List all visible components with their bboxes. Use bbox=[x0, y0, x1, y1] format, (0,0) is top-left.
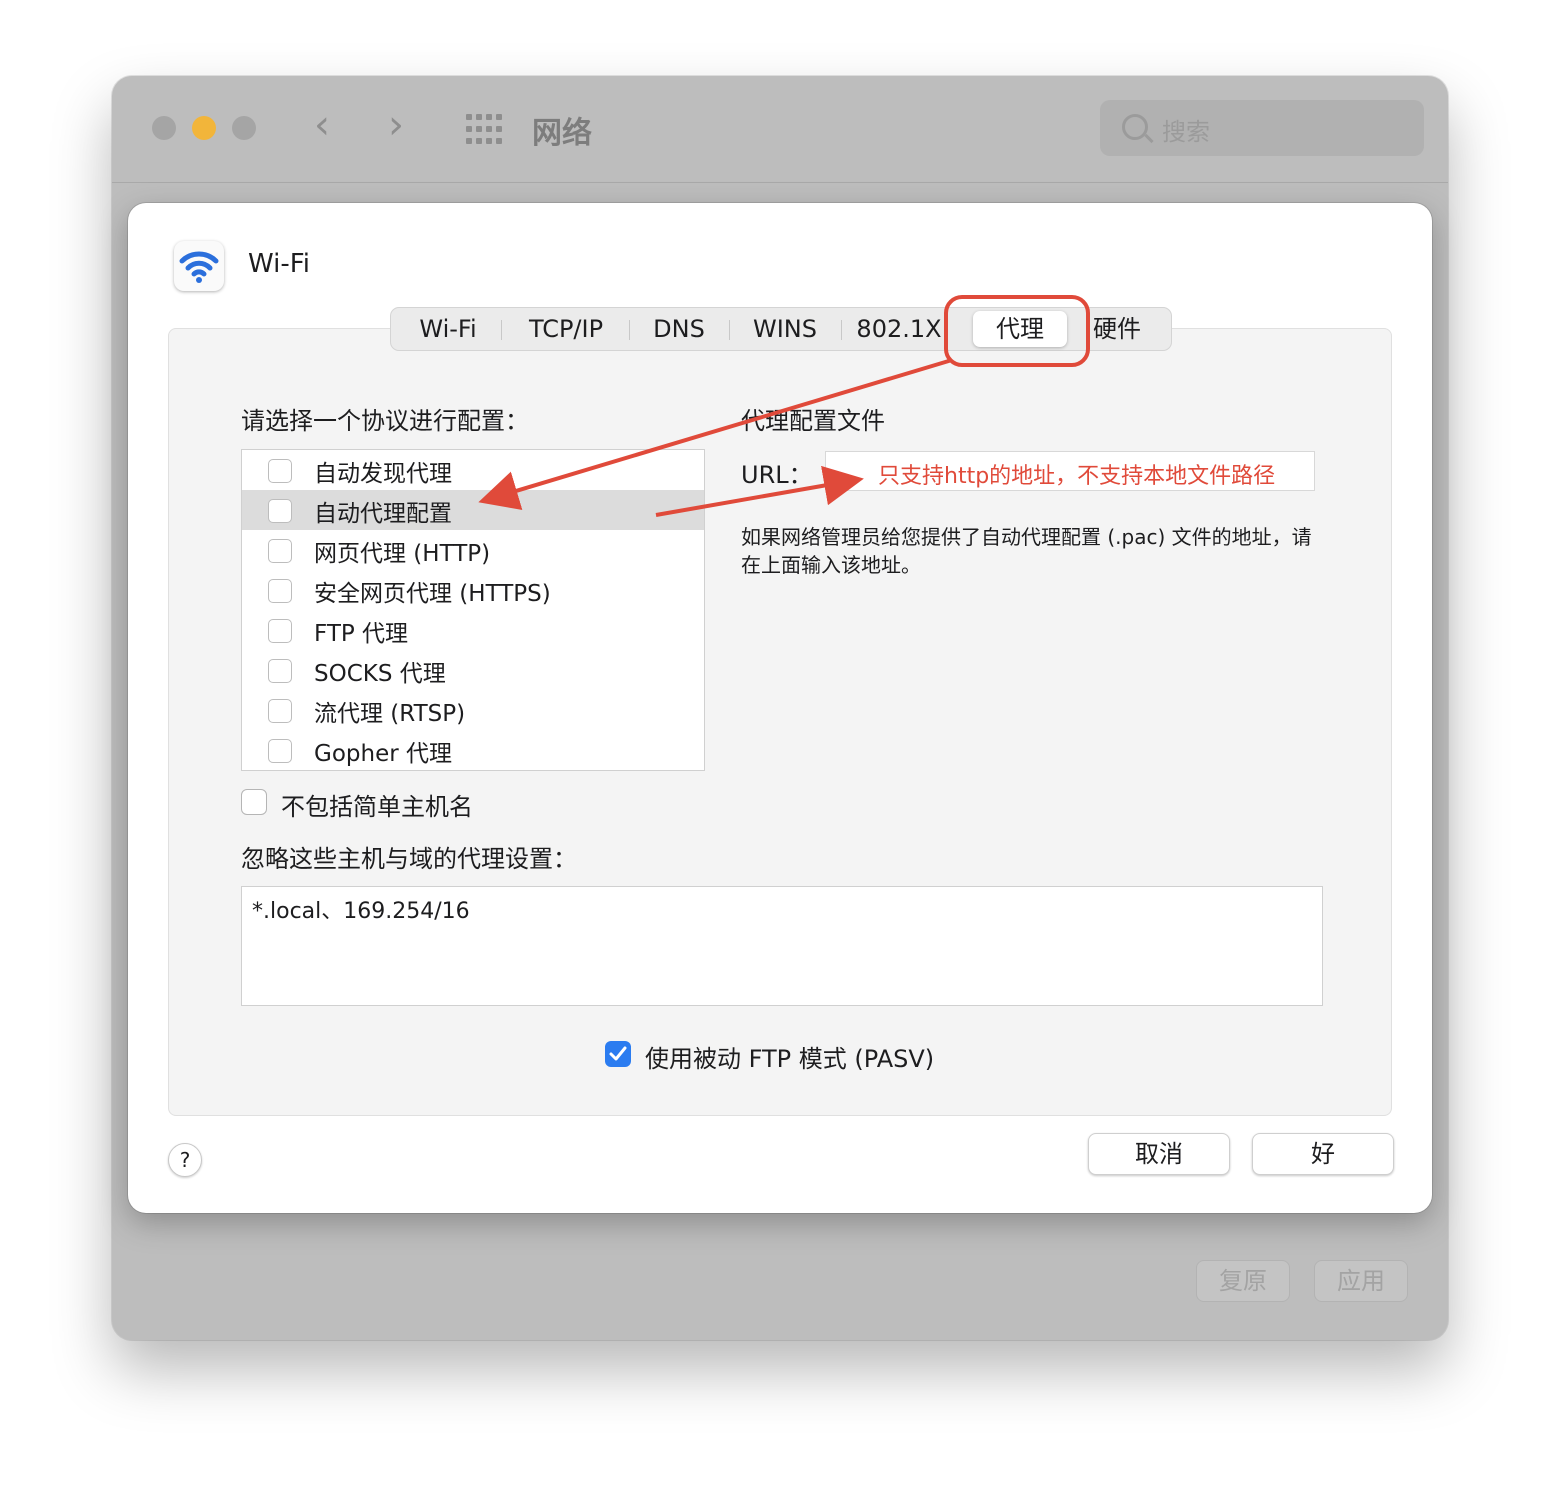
search-icon bbox=[1122, 114, 1148, 140]
back-chevron-icon[interactable]: ‹ bbox=[314, 102, 330, 148]
protocol-label: FTP 代理 bbox=[314, 621, 409, 647]
tab-divider bbox=[841, 320, 842, 340]
url-annotation: 只支持http的地址，不支持本地文件路径 bbox=[878, 464, 1276, 489]
tab-divider bbox=[629, 320, 630, 340]
protocol-prompt: 请选择一个协议进行配置： bbox=[241, 407, 529, 435]
revert-button[interactable]: 复原 bbox=[1196, 1260, 1290, 1302]
tab-bar: Wi-Fi TCP/IP DNS WINS 802.1X 代理 硬件 bbox=[390, 307, 1172, 351]
list-item[interactable]: 安全网页代理 (HTTPS) bbox=[242, 570, 704, 610]
protocol-label: 流代理 (RTSP) bbox=[314, 701, 466, 727]
protocol-checkbox[interactable] bbox=[268, 619, 292, 643]
list-item[interactable]: 自动发现代理 bbox=[242, 450, 704, 490]
window-title: 网络 bbox=[532, 116, 592, 151]
show-all-grid-icon[interactable] bbox=[466, 114, 502, 144]
tab-wifi[interactable]: Wi-Fi bbox=[403, 308, 493, 350]
title-bar: ‹ › 网络 搜索 bbox=[112, 76, 1448, 183]
forward-chevron-icon[interactable]: › bbox=[388, 102, 404, 148]
bypass-hosts-value: *.local、169.254/16 bbox=[252, 899, 470, 924]
help-button[interactable]: ? bbox=[168, 1143, 202, 1177]
url-label: URL： bbox=[741, 461, 813, 489]
zoom-window-button[interactable] bbox=[232, 116, 256, 140]
pac-section-title: 代理配置文件 bbox=[741, 407, 885, 435]
cancel-button[interactable]: 取消 bbox=[1088, 1133, 1230, 1175]
protocol-label: SOCKS 代理 bbox=[314, 661, 446, 687]
close-window-button[interactable] bbox=[152, 116, 176, 140]
protocol-label: Gopher 代理 bbox=[314, 741, 452, 767]
protocol-label: 网页代理 (HTTP) bbox=[314, 541, 491, 567]
pac-description: 如果网络管理员给您提供了自动代理配置 (.pac) 文件的地址，请在上面输入该地… bbox=[741, 525, 1312, 577]
protocol-checkbox[interactable] bbox=[268, 699, 292, 723]
list-item[interactable]: 流代理 (RTSP) bbox=[242, 690, 704, 730]
tab-hardware[interactable]: 硬件 bbox=[1081, 308, 1153, 350]
pac-url-field[interactable]: 只支持http的地址，不支持本地文件路径 bbox=[825, 451, 1315, 491]
protocol-checkbox[interactable] bbox=[268, 539, 292, 563]
protocol-label: 安全网页代理 (HTTPS) bbox=[314, 581, 551, 607]
search-field[interactable]: 搜索 bbox=[1100, 100, 1424, 156]
passive-ftp-label: 使用被动 FTP 模式 (PASV) bbox=[645, 1045, 935, 1073]
list-item[interactable]: 网页代理 (HTTP) bbox=[242, 530, 704, 570]
protocol-label: 自动发现代理 bbox=[314, 461, 452, 487]
protocol-label: 自动代理配置 bbox=[314, 501, 452, 527]
interface-name: Wi-Fi bbox=[248, 249, 311, 279]
tab-8021x[interactable]: 802.1X bbox=[849, 308, 949, 350]
checkmark-icon bbox=[609, 1046, 627, 1061]
exclude-simple-hostnames-label: 不包括简单主机名 bbox=[281, 793, 473, 821]
minimize-window-button[interactable] bbox=[192, 116, 216, 140]
apply-button[interactable]: 应用 bbox=[1314, 1260, 1408, 1302]
list-item-selected[interactable]: 自动代理配置 bbox=[242, 490, 704, 530]
tab-dns[interactable]: DNS bbox=[637, 308, 721, 350]
bypass-hosts-textarea[interactable]: *.local、169.254/16 bbox=[241, 886, 1323, 1006]
settings-panel: 请选择一个协议进行配置： 自动发现代理 自动代理配置 网页代理 (HTTP) 安… bbox=[168, 328, 1392, 1116]
protocol-checkbox[interactable] bbox=[268, 579, 292, 603]
protocol-list[interactable]: 自动发现代理 自动代理配置 网页代理 (HTTP) 安全网页代理 (HTTPS)… bbox=[241, 449, 705, 771]
list-item[interactable]: FTP 代理 bbox=[242, 610, 704, 650]
search-placeholder: 搜索 bbox=[1162, 118, 1210, 146]
wifi-icon bbox=[174, 241, 224, 291]
tab-divider bbox=[501, 320, 502, 340]
bypass-label: 忽略这些主机与域的代理设置： bbox=[241, 845, 577, 873]
exclude-simple-hostnames-checkbox[interactable] bbox=[241, 789, 267, 815]
list-item[interactable]: SOCKS 代理 bbox=[242, 650, 704, 690]
protocol-checkbox[interactable] bbox=[268, 499, 292, 523]
tab-divider bbox=[729, 320, 730, 340]
protocol-checkbox[interactable] bbox=[268, 459, 292, 483]
tab-proxies[interactable]: 代理 bbox=[973, 311, 1067, 347]
protocol-checkbox[interactable] bbox=[268, 659, 292, 683]
proxy-settings-sheet: Wi-Fi 请选择一个协议进行配置： 自动发现代理 自动代理配置 网页代理 (H… bbox=[128, 203, 1432, 1213]
protocol-checkbox[interactable] bbox=[268, 739, 292, 763]
ok-button[interactable]: 好 bbox=[1252, 1133, 1394, 1175]
tab-wins[interactable]: WINS bbox=[737, 308, 833, 350]
tab-tcpip[interactable]: TCP/IP bbox=[509, 308, 623, 350]
passive-ftp-checkbox[interactable] bbox=[605, 1041, 631, 1067]
list-item[interactable]: Gopher 代理 bbox=[242, 730, 704, 770]
